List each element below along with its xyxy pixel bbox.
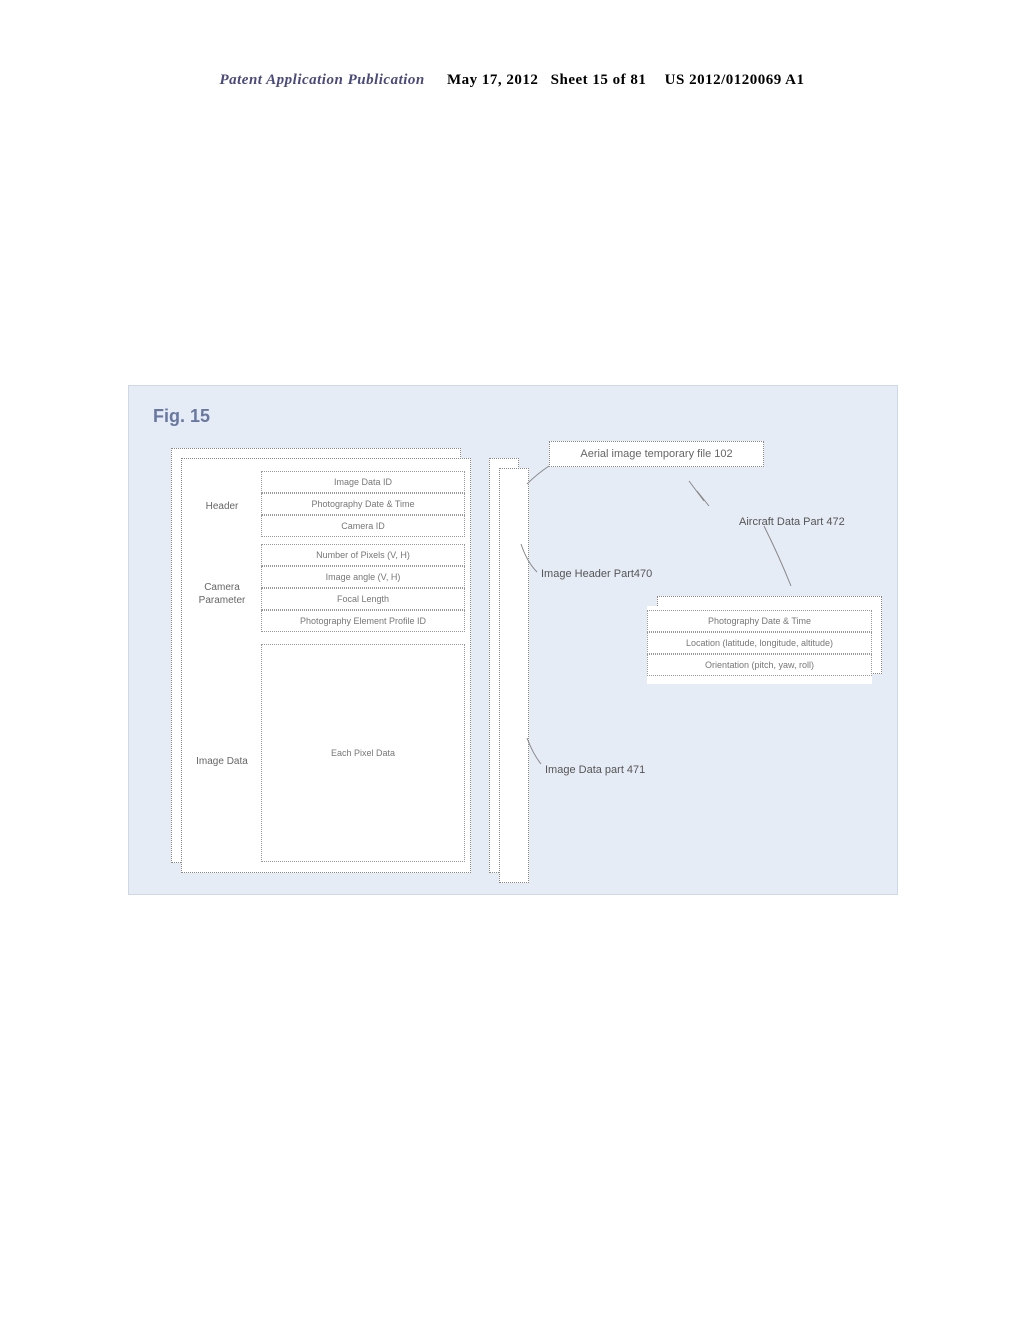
publication-label: Patent Application Publication xyxy=(219,72,424,88)
middle-card-front xyxy=(499,468,529,883)
page-header: Patent Application Publication May 17, 2… xyxy=(0,72,1024,89)
aircraft-row-datetime: Photography Date & Time xyxy=(647,610,872,632)
annotation-image-data: Image Data part 471 xyxy=(545,764,645,776)
row-profile-id: Photography Element Profile ID xyxy=(261,610,465,632)
annotation-image-header: Image Header Part470 xyxy=(541,568,652,580)
sheet-number: Sheet 15 of 81 xyxy=(551,72,647,88)
row-focal-length: Focal Length xyxy=(261,588,465,610)
caption-aerial-file: Aerial image temporary file 102 xyxy=(549,441,764,467)
section-camera-label: Camera Parameter xyxy=(187,581,257,607)
aircraft-row-location: Location (latitude, longitude, altitude) xyxy=(647,632,872,654)
publication-date: May 17, 2012 xyxy=(447,72,538,88)
publication-number: US 2012/0120069 A1 xyxy=(665,72,805,88)
figure-15: Fig. 15 Header Camera Parameter Image Da… xyxy=(128,385,898,895)
section-imagedata-label: Image Data xyxy=(187,756,257,767)
row-image-data-id: Image Data ID xyxy=(261,471,465,493)
row-num-pixels: Number of Pixels (V, H) xyxy=(261,544,465,566)
row-photo-datetime: Photography Date & Time xyxy=(261,493,465,515)
row-pixel-data: Each Pixel Data xyxy=(261,644,465,862)
figure-label: Fig. 15 xyxy=(153,406,210,427)
row-camera-id: Camera ID xyxy=(261,515,465,537)
section-header-label: Header xyxy=(187,501,257,512)
annotation-aircraft-data: Aircraft Data Part 472 xyxy=(739,516,845,528)
aircraft-row-orientation: Orientation (pitch, yaw, roll) xyxy=(647,654,872,676)
row-image-angle: Image angle (V, H) xyxy=(261,566,465,588)
